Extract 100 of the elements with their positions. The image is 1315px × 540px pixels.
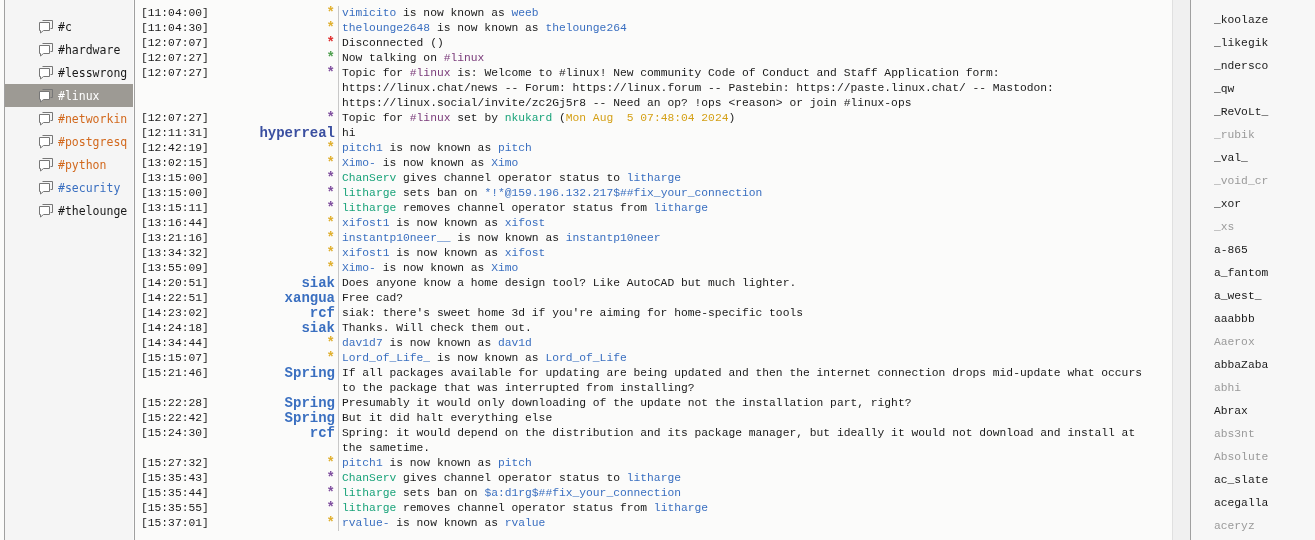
message-text: dav1d7 is now known as dav1d bbox=[342, 336, 532, 351]
user-item[interactable]: abbaZaba bbox=[1214, 354, 1315, 377]
message-text: hi bbox=[342, 126, 356, 141]
user-item[interactable]: a_fantom bbox=[1214, 262, 1315, 285]
nick-label: xangua bbox=[284, 291, 335, 306]
chat-bubbles-icon bbox=[38, 42, 54, 57]
user-item[interactable]: _ndersco bbox=[1214, 55, 1315, 78]
chat-bubbles-icon bbox=[38, 157, 54, 172]
timestamp: [14:20:51] bbox=[140, 276, 210, 291]
message-text: xifost1 is now known as xifost bbox=[342, 246, 546, 261]
message-text: xifost1 is now known as xifost bbox=[342, 216, 546, 231]
user-item[interactable]: _ReVoLt_ bbox=[1214, 101, 1315, 124]
chat-bubbles-icon bbox=[38, 88, 54, 103]
timestamp: [15:35:55] bbox=[140, 501, 210, 516]
message-text: Spring: it would depend on the distribution and its package manager, but ideally it would not download and install at bbox=[342, 426, 1136, 441]
message-text: Does anyone know a home design tool? Like AutoCAD but much lighter. bbox=[342, 276, 797, 291]
message-text: vimicito is now known as weeb bbox=[342, 6, 539, 21]
user-item[interactable]: _val_ bbox=[1214, 147, 1315, 170]
user-item[interactable]: _xor bbox=[1214, 193, 1315, 216]
message-text: Presumably it would only downloading of the update not the installation part, right? bbox=[342, 396, 912, 411]
user-item[interactable]: a_west_ bbox=[1214, 285, 1315, 308]
user-item[interactable]: a-865 bbox=[1214, 239, 1315, 262]
channel-item[interactable]: #thelounge bbox=[5, 199, 133, 222]
user-item[interactable]: _koolaze bbox=[1214, 9, 1315, 32]
nick-label: * bbox=[326, 141, 335, 156]
channel-name: #security bbox=[58, 180, 121, 195]
message-text: But it did halt everything else bbox=[342, 411, 553, 426]
message-text: Disconnected () bbox=[342, 36, 444, 51]
chat-bubbles-icon bbox=[38, 65, 54, 80]
timestamp: [15:15:07] bbox=[140, 351, 210, 366]
nick-label: Spring bbox=[284, 411, 335, 426]
user-item[interactable]: _likegik bbox=[1214, 32, 1315, 55]
channel-item[interactable]: #hardware bbox=[5, 38, 133, 61]
message-text: litharge sets ban on *!*@159.196.132.217$##fix_your_connection bbox=[342, 186, 763, 201]
timestamp: [15:27:32] bbox=[140, 456, 210, 471]
timestamp: [11:04:00] bbox=[140, 6, 210, 21]
timestamp: [12:42:19] bbox=[140, 141, 210, 156]
nick-label: * bbox=[326, 261, 335, 276]
message-text: Topic for #linux set by nkukard (Mon Aug 5 07:48:04 2024) bbox=[342, 111, 736, 126]
timestamp: [15:37:01] bbox=[140, 516, 210, 531]
message-text: litharge sets ban on $a:d1rg$##fix_your_connection bbox=[342, 486, 681, 501]
message-text: https://linux.social/invite/zc2Gj5r8 -- Need an op? !ops <reason> or join #linux-ops bbox=[342, 96, 913, 111]
message-text: Free cad? bbox=[342, 291, 403, 306]
nick-label: * bbox=[326, 501, 335, 516]
timestamp: [15:22:28] bbox=[140, 396, 210, 411]
nick-label: * bbox=[326, 351, 335, 366]
chat-bubbles-icon bbox=[38, 134, 54, 149]
nick-label: * bbox=[326, 486, 335, 501]
nick-label: rcf bbox=[309, 426, 335, 441]
channel-name: #hardware bbox=[58, 42, 121, 57]
user-item[interactable]: acegalla bbox=[1214, 492, 1315, 515]
chat-bubbles-icon bbox=[38, 203, 54, 218]
scrollbar[interactable] bbox=[1172, 0, 1190, 540]
nick-label: hyperreal bbox=[259, 126, 335, 141]
channel-item[interactable]: #lesswrong bbox=[5, 61, 133, 84]
message-text: litharge removes channel operator status from litharge bbox=[342, 201, 709, 216]
channel-name: #networkin bbox=[58, 111, 128, 126]
message-text: Ximo- is now known as Ximo bbox=[342, 156, 519, 171]
user-item[interactable]: Abrax bbox=[1214, 400, 1315, 423]
user-item[interactable]: aaabbb bbox=[1214, 308, 1315, 331]
user-item[interactable]: ac_slate bbox=[1214, 469, 1315, 492]
message-text: rvalue- is now known as rvalue bbox=[342, 516, 546, 531]
message-text: siak: there's sweet home 3d if you're aiming for home-specific tools bbox=[342, 306, 803, 321]
nick-label: * bbox=[326, 231, 335, 246]
timestamp: [15:22:42] bbox=[140, 411, 210, 426]
nick-label: rcf bbox=[309, 306, 335, 321]
timestamp: [15:35:43] bbox=[140, 471, 210, 486]
nick-label: Spring bbox=[284, 396, 335, 411]
nick-label: * bbox=[326, 246, 335, 261]
timestamp: [15:21:46] bbox=[140, 366, 210, 381]
nick-label: * bbox=[326, 66, 335, 81]
nick-label: * bbox=[326, 336, 335, 351]
channel-name: #lesswrong bbox=[58, 65, 128, 80]
message-text: to the package that was interrupted from installing? bbox=[342, 381, 696, 396]
timestamp: [12:11:31] bbox=[140, 126, 210, 141]
timestamp: [13:15:00] bbox=[140, 171, 210, 186]
channel-name: #python bbox=[58, 157, 107, 172]
timestamp: [13:16:44] bbox=[140, 216, 210, 231]
timestamp: [13:21:16] bbox=[140, 231, 210, 246]
chat-bubbles-icon bbox=[38, 19, 54, 34]
message-text: Ximo- is now known as Ximo bbox=[342, 261, 519, 276]
message-text: the sametime. bbox=[342, 441, 432, 456]
message-text: Lord_of_Life_ is now known as Lord_of_Life bbox=[342, 351, 627, 366]
nick-label: * bbox=[326, 171, 335, 186]
message-text: pitch1 is now known as pitch bbox=[342, 141, 532, 156]
timestamp: [13:15:00] bbox=[140, 186, 210, 201]
channel-name: #thelounge bbox=[58, 203, 128, 218]
nick-label: * bbox=[326, 21, 335, 36]
timestamp: [14:23:02] bbox=[140, 306, 210, 321]
channel-name: #c bbox=[58, 19, 72, 34]
chat-bubbles-icon bbox=[38, 180, 54, 195]
nick-label: * bbox=[326, 111, 335, 126]
user-item[interactable]: _qw bbox=[1214, 78, 1315, 101]
nick-label: Spring bbox=[284, 366, 335, 381]
channel-item[interactable]: #security bbox=[5, 176, 133, 199]
channel-name: #postgresq bbox=[58, 134, 128, 149]
message-text: https://linux.chat/news -- Forum: https://linux.forum -- Pastebin: https://paste.linux.chat/ -- Mastodon: bbox=[342, 81, 1054, 96]
timestamp: [15:35:44] bbox=[140, 486, 210, 501]
timestamp: [14:24:18] bbox=[140, 321, 210, 336]
channel-item[interactable]: #c bbox=[5, 15, 133, 38]
